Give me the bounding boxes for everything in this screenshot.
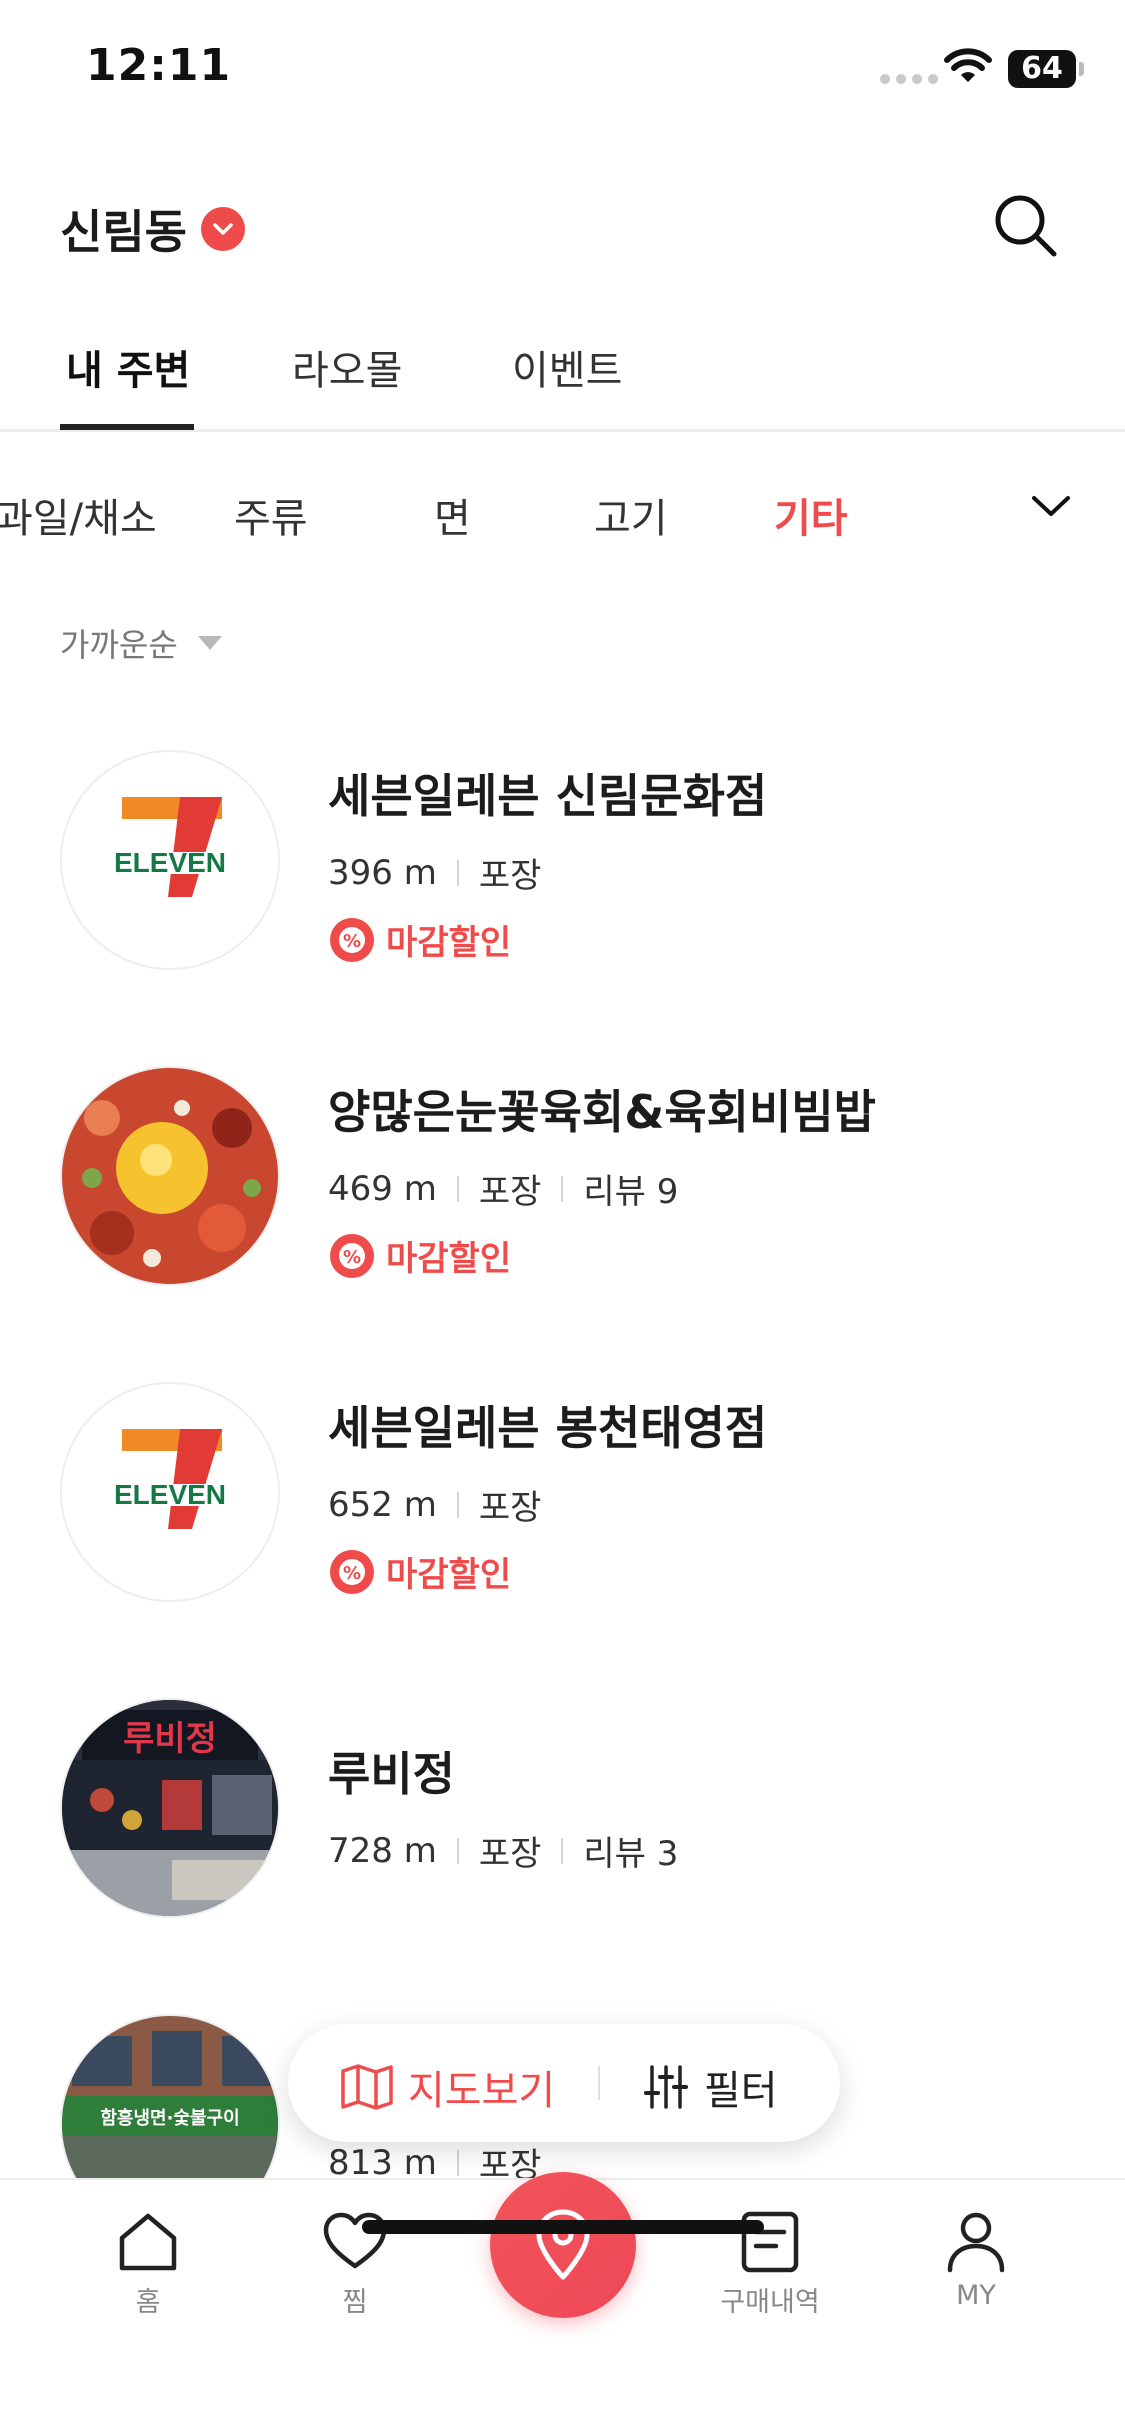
divider (456, 1837, 459, 1864)
person-icon (947, 2212, 1005, 2273)
yukhoe-photo (60, 1066, 280, 1286)
discount-icon: % (330, 1549, 374, 1594)
app-screen: 12:11 64 신림동 내 주변 라오몰 이벤트 과일/채소 주류 면 고기 … (0, 0, 1125, 2436)
bottom-nav: 홈 찜 구매내역 MY (0, 2172, 1125, 2436)
svg-text:ELEVEN: ELEVEN (114, 1479, 226, 1510)
tab-event[interactable]: 이벤트 (512, 338, 622, 396)
nav-my[interactable]: MY (906, 2210, 1046, 2311)
discount-icon: % (330, 1233, 374, 1278)
discount-icon: % (330, 917, 374, 962)
category-row: 과일/채소 주류 면 고기 기타 (0, 470, 1125, 550)
svg-text:%: % (343, 1563, 361, 1584)
chevron-down-icon (200, 207, 245, 251)
store-distance: 469 m (328, 1168, 437, 1209)
filter-button[interactable]: 필터 (644, 2058, 778, 2116)
location-selector[interactable]: 신림동 (60, 196, 245, 262)
store-review: 리뷰 9 (583, 1172, 679, 1212)
store-item[interactable]: ELEVEN 세븐일레븐 봉천태영점 652 m 포장 % 마감할인 (60, 1382, 1060, 1602)
store-info: 루비정 728 m 포장 리뷰 3 (328, 1738, 678, 1875)
nav-my-label: MY (956, 2280, 996, 2311)
store-info: 세븐일레븐 봉천태영점 652 m 포장 % 마감할인 (328, 1392, 767, 1596)
divider (561, 1175, 564, 1202)
status-time: 12:11 (86, 40, 232, 91)
store-name: 루비정 (328, 1747, 455, 1801)
seven-eleven-logo: ELEVEN (60, 750, 280, 970)
divider (456, 859, 459, 886)
caret-down-icon (197, 636, 222, 650)
svg-text:%: % (343, 1247, 361, 1268)
store-name: 세븐일레븐 봉천태영점 (328, 1401, 768, 1455)
cellular-signal-icon (880, 74, 938, 84)
divider (456, 1491, 459, 1518)
svg-text:루비정: 루비정 (123, 1719, 217, 1759)
filter-label: 필터 (704, 2068, 778, 2114)
divider (561, 1837, 564, 1864)
home-indicator (362, 2220, 764, 2234)
store-type: 포장 (478, 856, 542, 896)
store-meta: 652 m 포장 (328, 1480, 767, 1529)
tab-laomall[interactable]: 라오몰 (292, 338, 402, 396)
top-tabs: 내 주변 라오몰 이벤트 (0, 320, 1125, 432)
discount-label: 마감할인 (386, 1555, 512, 1595)
svg-text:ELEVEN: ELEVEN (114, 847, 226, 878)
tab-nearby[interactable]: 내 주변 (66, 338, 190, 396)
battery-icon: 64 (1008, 50, 1084, 88)
svg-text:함흥냉면·숯불구이: 함흥냉면·숯불구이 (100, 2107, 239, 2129)
nav-favorites-label: 찜 (342, 2287, 368, 2318)
wifi-icon (944, 48, 992, 82)
chevron-down-icon[interactable] (1028, 490, 1074, 522)
store-item[interactable]: 양많은눈꽃육회&육회비빔밥 469 m 포장 리뷰 9 % 마감할인 (60, 1066, 1060, 1286)
category-liquor[interactable]: 주류 (234, 486, 308, 544)
sort-label: 가까운순 (60, 626, 178, 664)
active-tab-indicator (60, 424, 194, 430)
category-fruit-vegetable[interactable]: 과일/채소 (0, 486, 157, 544)
store-meta: 396 m 포장 (328, 848, 767, 897)
map-icon (341, 2064, 393, 2110)
category-meat[interactable]: 고기 (594, 486, 668, 544)
search-icon[interactable] (990, 190, 1062, 262)
store-meta: 469 m 포장 리뷰 9 (328, 1164, 876, 1213)
seven-eleven-logo: ELEVEN (60, 1382, 280, 1602)
nav-home-label: 홈 (135, 2287, 161, 2318)
store-item[interactable]: ELEVEN 세븐일레븐 신림문화점 396 m 포장 % 마감할인 (60, 750, 1060, 970)
home-icon (119, 2213, 177, 2271)
store-distance: 728 m (328, 1830, 437, 1871)
category-noodle[interactable]: 면 (434, 486, 471, 544)
discount-badge: % 마감할인 (328, 1231, 876, 1280)
nav-home[interactable]: 홈 (78, 2210, 218, 2319)
store-distance: 652 m (328, 1484, 437, 1525)
store-meta: 728 m 포장 리뷰 3 (328, 1826, 678, 1875)
store-info: 양많은눈꽃육회&육회비빔밥 469 m 포장 리뷰 9 % 마감할인 (328, 1076, 876, 1280)
discount-label: 마감할인 (386, 923, 512, 963)
filter-icon (644, 2065, 688, 2109)
store-distance: 396 m (328, 852, 437, 893)
store-info: 세븐일레븐 신림문화점 396 m 포장 % 마감할인 (328, 760, 767, 964)
floating-action-bar: 지도보기 필터 (288, 2024, 840, 2142)
store-distance: 813 m (328, 2142, 437, 2183)
store-type: 포장 (478, 1488, 542, 1528)
discount-label: 마감할인 (386, 1239, 512, 1279)
storefront-photo: 루비정 (60, 1698, 280, 1918)
location-name: 신림동 (60, 205, 187, 259)
map-view-label: 지도보기 (408, 2068, 556, 2114)
nav-orders-label: 구매내역 (720, 2287, 820, 2318)
divider (456, 2149, 459, 2176)
header: 신림동 (0, 170, 1125, 280)
category-etc[interactable]: 기타 (774, 486, 848, 544)
nav-nearby-map[interactable] (490, 2172, 636, 2318)
store-item[interactable]: 루비정 루비정 728 m 포장 리뷰 3 (60, 1698, 1060, 1918)
discount-badge: % 마감할인 (328, 1547, 767, 1596)
divider (598, 2066, 600, 2100)
status-bar: 12:11 64 (0, 0, 1125, 140)
divider (456, 1175, 459, 1202)
store-review: 리뷰 3 (583, 1834, 679, 1874)
store-name: 양많은눈꽃육회&육회비빔밥 (328, 1085, 876, 1139)
store-type: 포장 (478, 1172, 542, 1212)
sort-dropdown[interactable]: 가까운순 (60, 620, 222, 666)
store-name: 세븐일레븐 신림문화점 (328, 769, 768, 823)
svg-text:%: % (343, 931, 361, 952)
map-view-button[interactable]: 지도보기 (340, 2058, 555, 2116)
store-type: 포장 (478, 1834, 542, 1874)
discount-badge: % 마감할인 (328, 915, 767, 964)
